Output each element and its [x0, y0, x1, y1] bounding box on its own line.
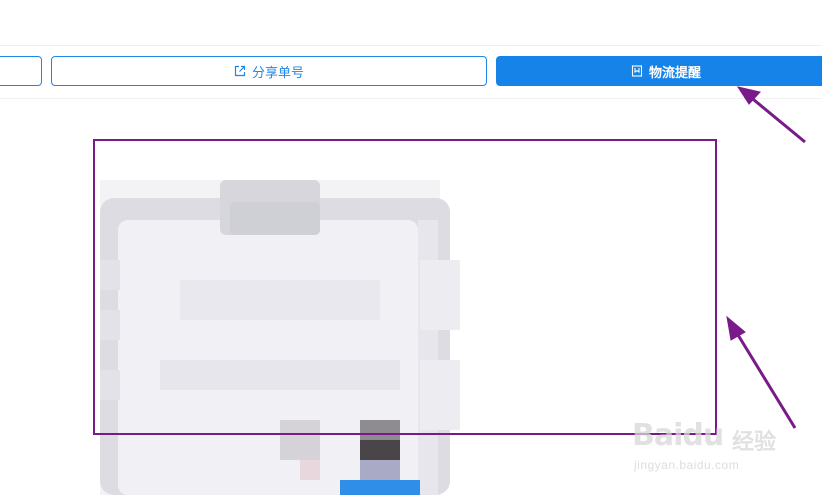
watermark-logo: Baidu — [632, 418, 724, 453]
watermark: Baidu 经验 jingyan.baidu.com — [632, 418, 802, 478]
watermark-url: jingyan.baidu.com — [634, 458, 740, 472]
watermark-suffix: 经验 — [732, 429, 777, 454]
page: 分享单号 物流提醒 Baidu 经验 jingyan.baidu.com — [0, 0, 822, 495]
